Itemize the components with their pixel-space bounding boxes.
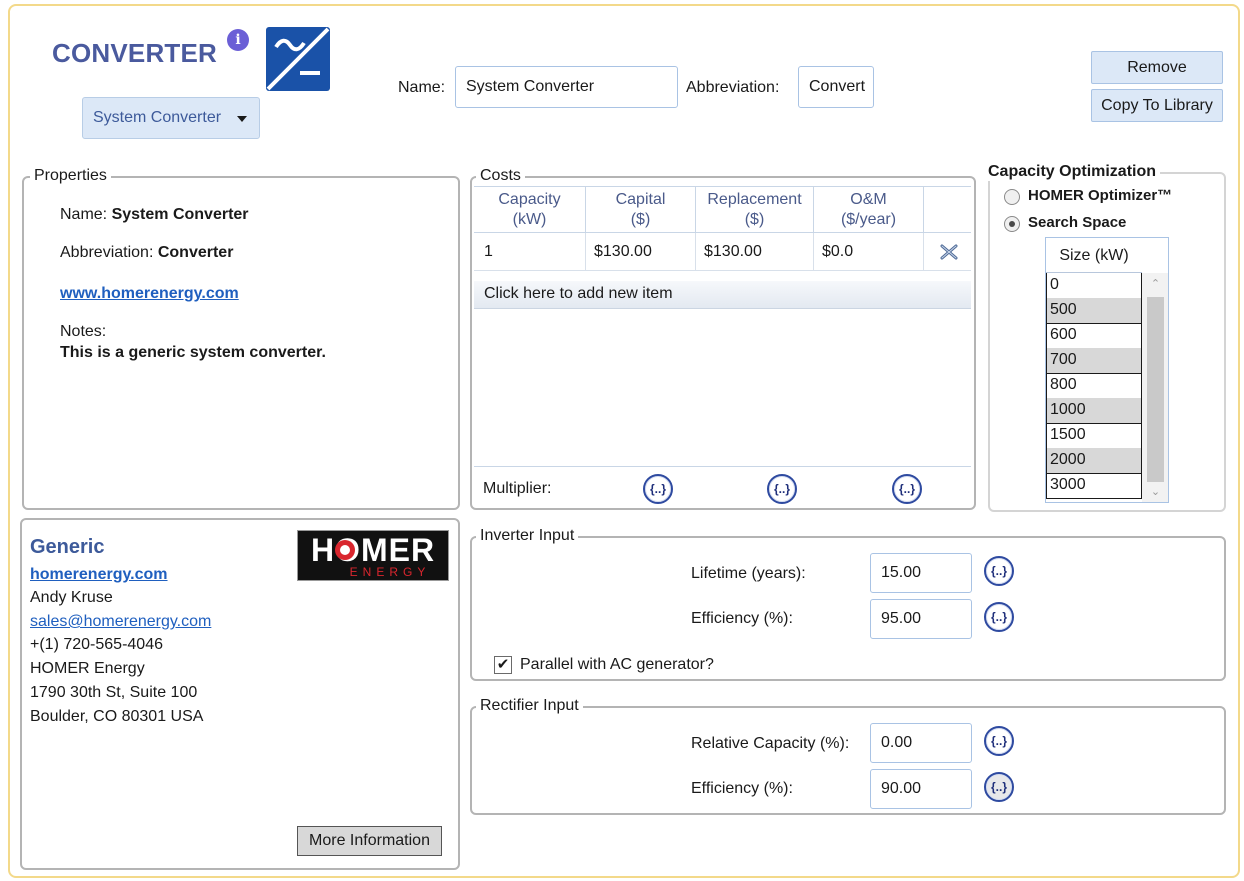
cell-capital[interactable]: $130.00 [586,233,696,271]
rectifier-input-group: Rectifier Input [470,697,1226,815]
rectifier-input-title: Rectifier Input [476,697,583,715]
name-label: Name: [398,79,446,96]
relative-capacity-sensitivity-button[interactable]: {..} [984,726,1014,756]
table-row: 1 $130.00 $130.00 $0.0 [474,233,971,271]
properties-abbr-value: Converter [157,244,234,261]
properties-title: Properties [30,167,111,185]
size-cell[interactable]: 800 [1046,373,1142,399]
delete-row-icon[interactable] [940,244,958,260]
cell-capacity[interactable]: 1 [474,233,586,271]
search-space-table: Size (kW) 0 500 600 700 800 1000 1500 20… [1045,237,1169,503]
name-field[interactable]: System Converter [455,66,678,108]
parallel-label[interactable]: Parallel with AC generator? [520,656,714,674]
notes-value: This is a generic system converter. [60,344,326,361]
rectifier-efficiency-field[interactable]: 90.00 [870,769,972,809]
remove-button[interactable]: Remove [1091,51,1223,84]
properties-group: Properties [22,167,460,510]
col-om[interactable]: O&M ($/year) [814,187,924,234]
search-space-radio-label[interactable]: Search Space [1028,214,1126,231]
size-column-header: Size (kW) [1046,238,1142,273]
rectifier-efficiency-sensitivity-button[interactable]: {..} [984,772,1014,802]
om-multiplier-button[interactable]: {..} [892,474,922,504]
properties-name-value: System Converter [111,206,249,223]
add-new-item-row[interactable]: Click here to add new item [474,281,971,309]
vendor-address-line1: 1790 30th St, Suite 100 [30,684,198,701]
homer-logo-graphic: HOMER ENERGY [298,531,448,580]
capital-multiplier-button[interactable]: {..} [643,474,673,504]
col-replacement[interactable]: Replacement ($) [696,187,814,234]
vendor-website-link[interactable]: homerenergy.com [30,566,168,584]
lifetime-label: Lifetime (years): [691,565,806,582]
optimizer-radio-label[interactable]: HOMER Optimizer™ [1028,187,1172,204]
properties-name: Name: System Converter [60,206,249,224]
inverter-input-title: Inverter Input [476,527,579,545]
size-cell[interactable]: 1000 [1046,398,1142,424]
abbreviation-field[interactable]: Convert [798,66,874,108]
col-capacity[interactable]: Capacity (kW) [474,187,586,234]
svg-text:HOMER: HOMER [311,532,435,568]
scroll-down-icon[interactable]: ⌄ [1142,485,1168,502]
converter-icon [266,27,330,91]
replacement-multiplier-button[interactable]: {..} [767,474,797,504]
size-cell[interactable]: 0 [1046,273,1142,299]
properties-website-link[interactable]: www.homerenergy.com [60,285,239,303]
relative-capacity-label: Relative Capacity (%): [691,735,850,752]
costs-title: Costs [476,167,525,185]
vendor-contact: Andy Kruse [30,589,113,606]
lifetime-field[interactable]: 15.00 [870,553,972,593]
vendor-name: Generic [30,536,105,558]
parallel-checkbox[interactable]: ✔ [494,656,512,674]
lifetime-sensitivity-button[interactable]: {..} [984,556,1014,586]
vendor-company: HOMER Energy [30,660,145,677]
more-information-button[interactable]: More Information [297,826,442,856]
converter-type-value: System Converter [93,109,222,126]
abbreviation-label: Abbreviation: [686,79,780,96]
size-cell[interactable]: 3000 [1046,473,1142,499]
vendor-phone: +(1) 720-565-4046 [30,636,163,653]
page-title: CONVERTER [52,38,218,68]
size-cell[interactable]: 500 [1046,298,1142,324]
size-table-scrollbar[interactable]: ⌃ ⌄ [1142,273,1168,502]
converter-type-dropdown[interactable]: System Converter [82,97,260,139]
cell-om[interactable]: $0.0 [814,233,924,271]
svg-text:ENERGY: ENERGY [350,565,431,579]
copy-to-library-button[interactable]: Copy To Library [1091,89,1223,122]
vendor-email-link[interactable]: sales@homerenergy.com [30,613,211,631]
search-space-radio[interactable] [1004,216,1020,232]
scroll-up-icon[interactable]: ⌃ [1142,277,1168,297]
costs-grid-empty-area [474,309,971,467]
col-delete [924,187,971,234]
size-cell[interactable]: 1500 [1046,423,1142,449]
relative-capacity-field[interactable]: 0.00 [870,723,972,763]
vendor-address-line2: Boulder, CO 80301 USA [30,708,204,725]
properties-abbreviation: Abbreviation: Converter [60,244,233,262]
multiplier-label: Multiplier: [483,480,552,497]
properties-abbr-label: Abbreviation: [60,244,154,261]
properties-name-label: Name: [60,206,108,223]
info-icon[interactable]: i [227,29,249,51]
inverter-efficiency-label: Efficiency (%): [691,610,793,627]
cell-replacement[interactable]: $130.00 [696,233,814,271]
optimizer-radio[interactable] [1004,189,1020,205]
size-cell[interactable]: 2000 [1046,448,1142,474]
rectifier-efficiency-label: Efficiency (%): [691,780,793,797]
notes-label: Notes: [60,323,107,340]
costs-grid-header: Capacity (kW) Capital ($) Replacement ($) O… [474,186,971,234]
inverter-efficiency-field[interactable]: 95.00 [870,599,972,639]
chevron-down-icon [237,116,247,122]
capacity-optimization-title: Capacity Optimization [984,163,1161,181]
inverter-efficiency-sensitivity-button[interactable]: {..} [984,602,1014,632]
homer-energy-logo: HOMER ENERGY [297,530,449,581]
col-capital[interactable]: Capital ($) [586,187,696,234]
size-cell[interactable]: 600 [1046,323,1142,349]
scrollbar-thumb[interactable] [1147,297,1164,482]
size-cell[interactable]: 700 [1046,348,1142,374]
